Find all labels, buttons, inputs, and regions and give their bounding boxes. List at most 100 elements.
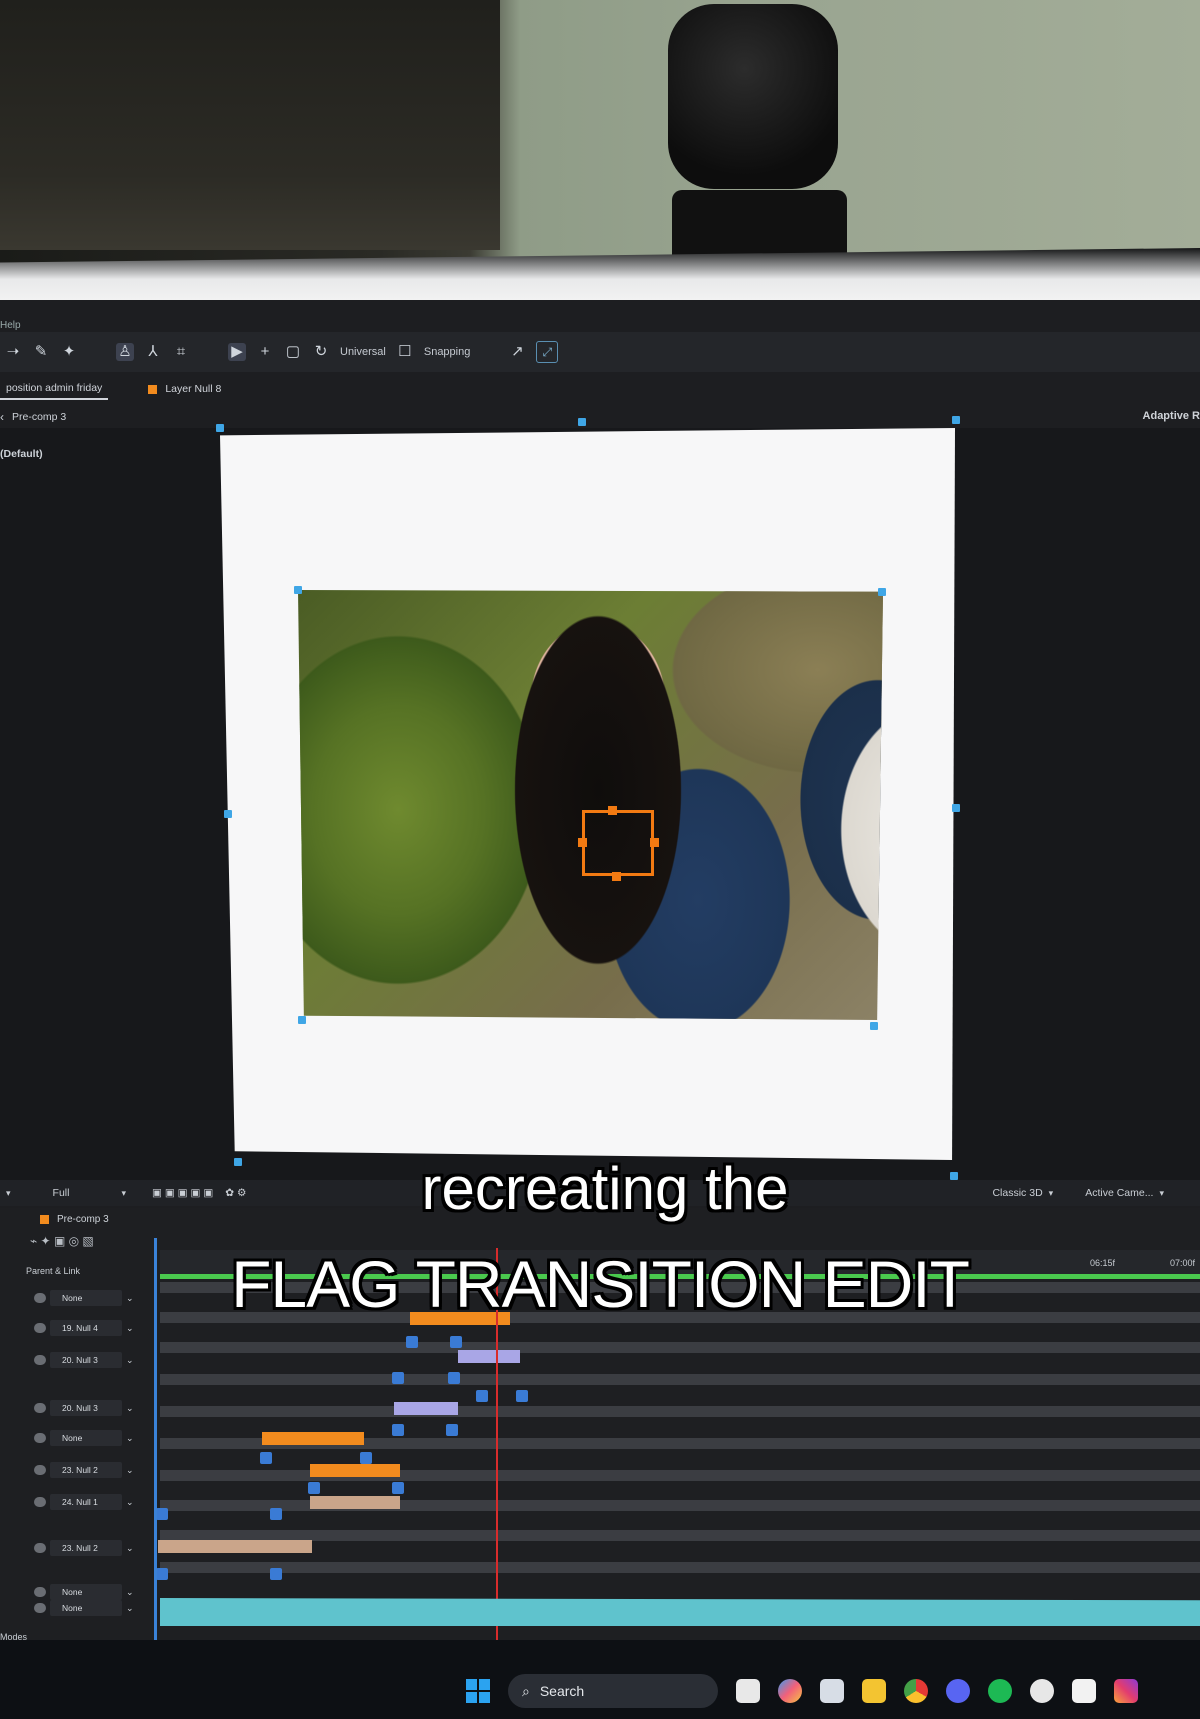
keyframe-icon[interactable] bbox=[270, 1568, 282, 1580]
keyframe-icon[interactable] bbox=[392, 1424, 404, 1436]
tab-layer[interactable]: Layer Null 8 bbox=[148, 383, 221, 395]
keyframe-icon[interactable] bbox=[392, 1372, 404, 1384]
magnet-icon[interactable]: ↗ bbox=[508, 343, 526, 361]
rotate-tool-icon[interactable]: ↻ bbox=[312, 343, 330, 361]
null-anchor-icon[interactable] bbox=[608, 806, 617, 815]
layer-row[interactable]: 20. Null 3 ⌄ bbox=[0, 1398, 160, 1418]
keyframe-icon[interactable] bbox=[446, 1424, 458, 1436]
keyframe-easing-bar[interactable] bbox=[458, 1350, 520, 1363]
chevron-down-icon[interactable]: ⌄ bbox=[126, 1355, 134, 1366]
universal-label[interactable]: Universal bbox=[340, 346, 386, 358]
photo-handle[interactable] bbox=[298, 1016, 306, 1024]
notion-icon[interactable] bbox=[1072, 1679, 1096, 1703]
chevron-down-icon[interactable]: ⌄ bbox=[126, 1323, 134, 1334]
keyframe-easing-bar[interactable] bbox=[310, 1464, 400, 1477]
keyframe-icon[interactable] bbox=[260, 1452, 272, 1464]
keyframe-icon[interactable] bbox=[360, 1452, 372, 1464]
photo-handle[interactable] bbox=[294, 586, 302, 594]
eye-icon[interactable] bbox=[34, 1587, 46, 1597]
keyframe-icon[interactable] bbox=[476, 1390, 488, 1402]
pen-tool-icon[interactable]: ✎ bbox=[32, 343, 50, 361]
move-tool-icon[interactable]: + bbox=[256, 343, 274, 361]
keyframe-easing-bar[interactable] bbox=[310, 1496, 400, 1509]
expand-icon[interactable]: ⤢ bbox=[536, 341, 559, 363]
keyframe-easing-bar[interactable] bbox=[158, 1540, 312, 1553]
photo-handle[interactable] bbox=[870, 1022, 878, 1030]
keyframe-icon[interactable] bbox=[516, 1390, 528, 1402]
rectangle-tool-icon[interactable]: ▢ bbox=[284, 343, 302, 361]
layer-row[interactable]: 20. Null 3 ⌄ bbox=[0, 1350, 160, 1370]
parent-select[interactable]: 23. Null 2 bbox=[50, 1462, 122, 1478]
parent-select[interactable]: None bbox=[50, 1430, 122, 1446]
eye-icon[interactable] bbox=[34, 1403, 46, 1413]
keyframe-icon[interactable] bbox=[308, 1482, 320, 1494]
eye-icon[interactable] bbox=[34, 1355, 46, 1365]
parent-select[interactable]: 20. Null 3 bbox=[50, 1352, 122, 1368]
chevron-down-icon[interactable]: ⌄ bbox=[126, 1403, 134, 1414]
layer-row[interactable]: None ⌄ bbox=[0, 1428, 160, 1448]
eye-icon[interactable] bbox=[34, 1543, 46, 1553]
null-object-bounding-box[interactable] bbox=[582, 810, 654, 876]
null-anchor-icon[interactable] bbox=[578, 838, 587, 847]
parent-select[interactable]: None bbox=[50, 1600, 122, 1616]
eye-icon[interactable] bbox=[34, 1465, 46, 1475]
menu-help[interactable]: Help bbox=[0, 320, 21, 331]
transform-handle[interactable] bbox=[216, 424, 224, 432]
keyframe-icon[interactable] bbox=[392, 1482, 404, 1494]
selection-tool-icon[interactable]: ▶ bbox=[228, 343, 246, 361]
taskbar-search[interactable]: ⌕ Search bbox=[508, 1674, 718, 1708]
chevron-left-icon[interactable]: ‹ bbox=[0, 410, 4, 424]
timeline-tracks[interactable] bbox=[156, 1282, 1200, 1582]
eye-icon[interactable] bbox=[34, 1603, 46, 1613]
null-anchor-icon[interactable] bbox=[650, 838, 659, 847]
keyframe-easing-bar[interactable] bbox=[262, 1432, 364, 1445]
spotify-icon[interactable] bbox=[988, 1679, 1012, 1703]
layer-row[interactable]: 23. Null 2 ⌄ bbox=[0, 1460, 160, 1480]
file-explorer-icon[interactable] bbox=[862, 1679, 886, 1703]
null-anchor-icon[interactable] bbox=[612, 872, 621, 881]
keyframe-icon[interactable] bbox=[270, 1508, 282, 1520]
work-area-footer[interactable] bbox=[160, 1598, 1200, 1626]
pin-tool-icon[interactable]: ✦ bbox=[60, 343, 78, 361]
chatgpt-icon[interactable] bbox=[1030, 1679, 1054, 1703]
chevron-down-icon[interactable]: ⌄ bbox=[126, 1543, 134, 1554]
parent-select[interactable]: 23. Null 2 bbox=[50, 1540, 122, 1556]
layer-row[interactable]: 23. Null 2 ⌄ bbox=[0, 1538, 160, 1558]
copilot-app-icon[interactable] bbox=[778, 1679, 802, 1703]
transform-handle[interactable] bbox=[224, 810, 232, 818]
discord-icon[interactable] bbox=[946, 1679, 970, 1703]
transform-handle[interactable] bbox=[952, 804, 960, 812]
chevron-down-icon[interactable]: ⌄ bbox=[126, 1603, 134, 1614]
photo-handle[interactable] bbox=[878, 588, 886, 596]
windows-start-icon[interactable] bbox=[466, 1679, 490, 1703]
tab-composition[interactable]: position admin friday bbox=[0, 378, 109, 400]
chrome-icon[interactable] bbox=[904, 1679, 928, 1703]
chevron-down-icon[interactable]: ⌄ bbox=[126, 1433, 134, 1444]
arrow-icon[interactable]: ➝ bbox=[4, 343, 22, 361]
transform-handle[interactable] bbox=[952, 416, 960, 424]
instagram-icon[interactable] bbox=[1114, 1679, 1138, 1703]
parent-select[interactable]: 19. Null 4 bbox=[50, 1320, 122, 1336]
keyframe-icon[interactable] bbox=[448, 1372, 460, 1384]
transform-handle[interactable] bbox=[578, 418, 586, 426]
parent-select[interactable]: 20. Null 3 bbox=[50, 1400, 122, 1416]
terminal-app-icon[interactable] bbox=[736, 1679, 760, 1703]
person-tool-icon[interactable]: ♙ bbox=[116, 343, 134, 361]
snapping-checkbox[interactable]: ☐ bbox=[396, 343, 414, 361]
parent-select[interactable]: 24. Null 1 bbox=[50, 1494, 122, 1510]
eye-icon[interactable] bbox=[34, 1497, 46, 1507]
roto-tool-icon[interactable]: ⌗ bbox=[172, 343, 190, 361]
app-icon[interactable] bbox=[820, 1679, 844, 1703]
chevron-down-icon[interactable]: ⌄ bbox=[126, 1587, 134, 1598]
eye-icon[interactable] bbox=[34, 1323, 46, 1333]
eye-icon[interactable] bbox=[34, 1433, 46, 1443]
puppet-tool-icon[interactable]: ⅄ bbox=[144, 343, 162, 361]
chevron-down-icon[interactable]: ⌄ bbox=[126, 1465, 134, 1476]
keyframe-icon[interactable] bbox=[450, 1336, 462, 1348]
breadcrumb-item[interactable]: Pre-comp 3 bbox=[12, 411, 66, 423]
selfie-photo-layer[interactable] bbox=[298, 590, 883, 1020]
keyframe-easing-bar[interactable] bbox=[394, 1402, 458, 1415]
layer-row[interactable]: None ⌄ bbox=[0, 1598, 160, 1618]
snapping-label[interactable]: Snapping bbox=[424, 346, 471, 358]
keyframe-icon[interactable] bbox=[406, 1336, 418, 1348]
